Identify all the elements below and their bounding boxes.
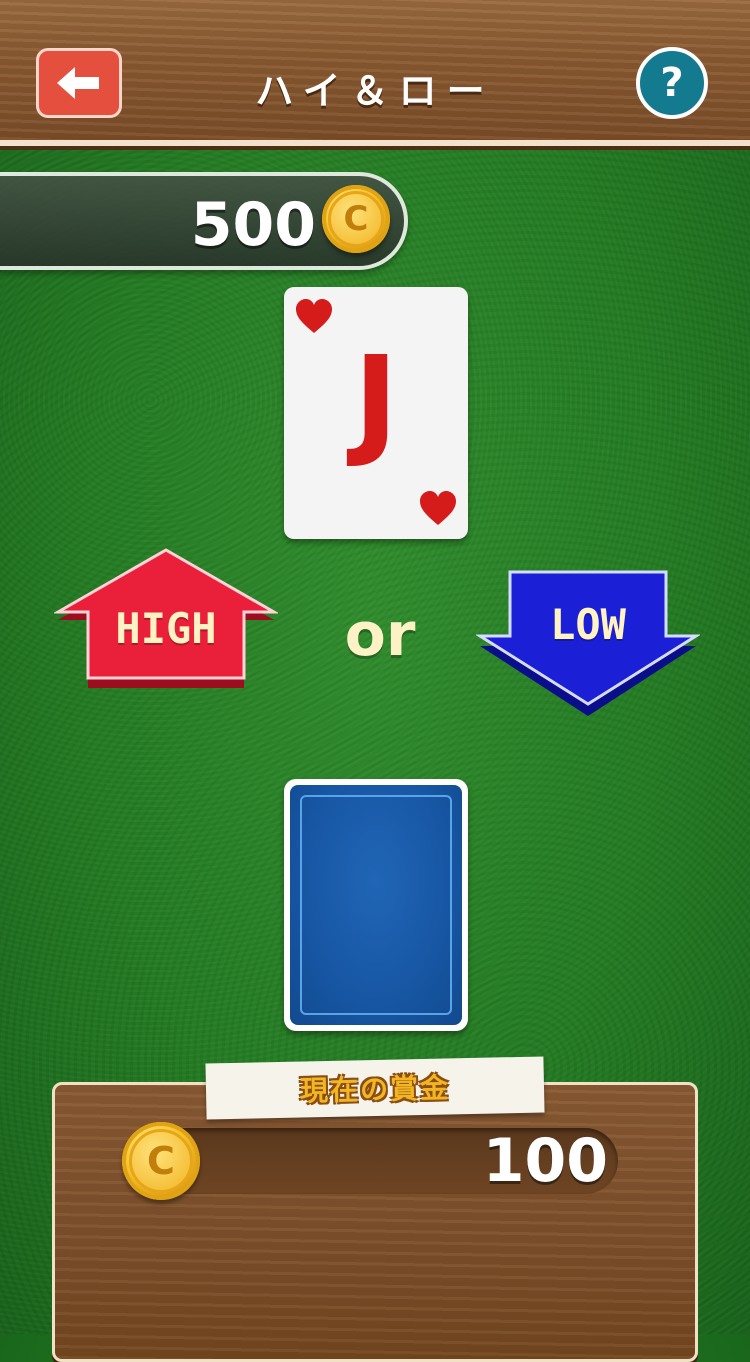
- coin-icon: C: [322, 185, 390, 253]
- prize-amount: 100: [482, 1126, 608, 1196]
- help-icon: ?: [660, 60, 684, 106]
- heart-suit-icon: [420, 491, 456, 525]
- high-label: HIGH: [115, 604, 217, 653]
- coin-letter: C: [147, 1139, 175, 1183]
- help-button[interactable]: ?: [636, 47, 708, 119]
- coin-icon: C: [122, 1122, 200, 1200]
- low-label: LOW: [550, 600, 626, 649]
- heart-suit-icon: [296, 299, 332, 333]
- coin-letter: C: [343, 199, 369, 239]
- current-card: J: [284, 287, 468, 539]
- prize-label-tag: 現在の賞金: [205, 1056, 545, 1120]
- card-back-frame: [300, 795, 452, 1015]
- or-label: or: [344, 600, 416, 670]
- coin-balance-value: 500: [190, 190, 316, 260]
- card-rank: J: [353, 332, 399, 471]
- card-back-pattern: [290, 785, 462, 1025]
- prize-label: 現在の賞金: [299, 1071, 451, 1108]
- next-card-face-down: [284, 779, 468, 1031]
